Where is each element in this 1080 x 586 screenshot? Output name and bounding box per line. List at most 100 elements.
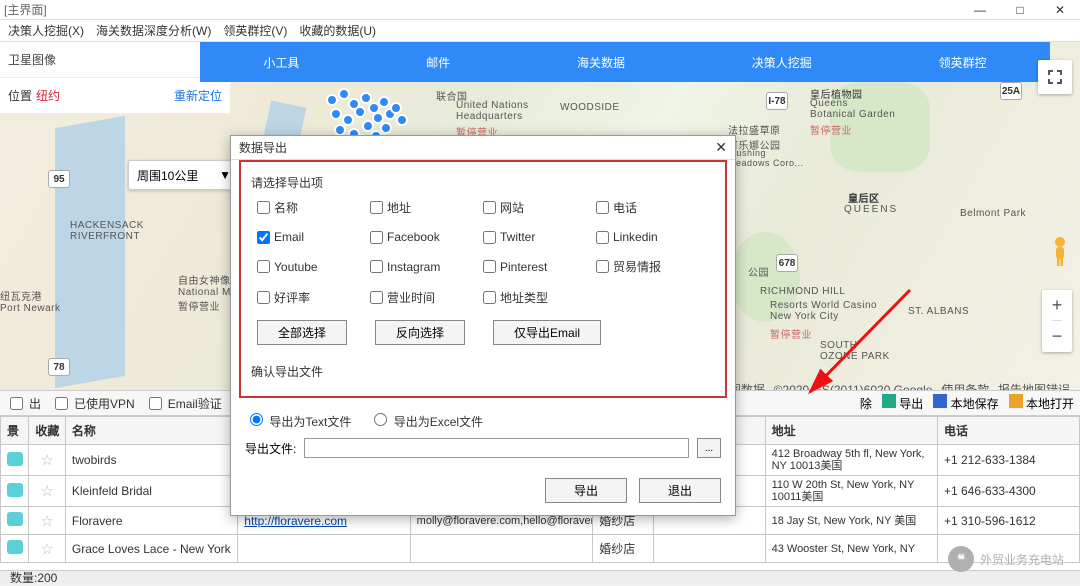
col-scene[interactable]: 景 <box>1 417 29 445</box>
format-text-radio[interactable]: 导出为Text文件 <box>245 410 351 430</box>
map-label-casino-status: 暂停营业 <box>770 326 812 341</box>
maximize-button[interactable]: □ <box>1000 0 1040 20</box>
window-controls: — □ ✕ <box>960 0 1080 20</box>
export-option-label: 网站 <box>500 199 524 216</box>
export-options-box: 请选择导出项 名称地址网站电话EmailFacebookTwitterLinke… <box>239 160 727 398</box>
export-option-grid: 名称地址网站 电话 EmailFacebookTwitterLinkedin Yout… <box>251 195 715 318</box>
map-label-southozone: SOUTH OZONE PARK <box>820 340 890 362</box>
satellite-toggle[interactable]: 卫星图像 <box>0 42 230 78</box>
close-button[interactable]: ✕ <box>1040 0 1080 20</box>
export-option-4[interactable]: Email <box>257 230 370 244</box>
delete-action[interactable]: 除 <box>860 395 872 412</box>
star-icon[interactable]: ☆ <box>40 483 53 500</box>
export-action[interactable]: 导出 <box>882 394 923 412</box>
cb-export[interactable]: 出 <box>6 394 41 413</box>
dialog-titlebar[interactable]: 数据导出 ✕ <box>231 136 735 160</box>
map-label-belmont: Belmont Park <box>960 208 1026 219</box>
chat-icon[interactable] <box>7 540 23 554</box>
exit-button[interactable]: 退出 <box>639 478 721 503</box>
cb-vpn[interactable]: 已使用VPN <box>51 394 135 413</box>
export-option-8[interactable]: Youtube <box>257 258 370 275</box>
table-row[interactable]: ☆Grace Loves Lace - New York婚纱店43 Wooste… <box>1 535 1080 563</box>
map-left-panel: 卫星图像 位置 纽约 重新定位 <box>0 42 230 114</box>
export-option-1[interactable]: 地址 <box>370 199 483 216</box>
export-option-12[interactable]: 好评率 <box>257 289 370 306</box>
fullscreen-button[interactable] <box>1038 60 1072 94</box>
menu-item-favorites[interactable]: 收藏的数据(U) <box>293 22 382 39</box>
menu-item-decision[interactable]: 决策人挖掘(X) <box>2 22 90 39</box>
format-excel-radio[interactable]: 导出为Excel文件 <box>369 410 483 430</box>
open-icon <box>1009 394 1023 408</box>
nav-tab-decision[interactable]: 决策人挖掘 <box>734 54 830 71</box>
map-label-hackensack: HACKENSACK RIVERFRONT <box>70 220 144 242</box>
wechat-icon: ❝ <box>948 546 974 572</box>
select-all-button[interactable]: 全部选择 <box>257 320 347 345</box>
map-label-richmond: RICHMOND HILL <box>760 286 845 297</box>
nav-tab-linkedin[interactable]: 领英群控 <box>921 54 1005 71</box>
export-file-input[interactable] <box>304 438 689 458</box>
nav-tab-customs[interactable]: 海关数据 <box>559 54 643 71</box>
export-option-2[interactable]: 网站 <box>483 199 596 216</box>
email-only-button[interactable]: 仅导出Email <box>493 320 601 345</box>
map-label-newark: 纽瓦克港 Port Newark <box>0 288 61 314</box>
status-bar: 数量:200 <box>0 570 1080 584</box>
export-option-11[interactable]: 贸易情报 <box>596 258 709 275</box>
location-label: 位置 <box>8 87 32 104</box>
export-option-label: 地址类型 <box>500 289 548 306</box>
minimize-button[interactable]: — <box>960 0 1000 20</box>
export-option-label: Pinterest <box>500 260 547 274</box>
zoom-out-button[interactable]: − <box>1052 321 1063 352</box>
save-local-action[interactable]: 本地保存 <box>933 394 998 412</box>
map-water <box>55 116 125 388</box>
map-label-casino: Resorts World Casino New York City <box>770 300 877 322</box>
map-label-queens-en: QUEENS <box>844 204 898 215</box>
export-option-13[interactable]: 营业时间 <box>370 289 483 306</box>
close-icon[interactable]: ✕ <box>715 139 727 156</box>
invert-select-button[interactable]: 反向选择 <box>375 320 465 345</box>
star-icon[interactable]: ☆ <box>40 513 53 530</box>
location-value: 纽约 <box>36 87 174 104</box>
chat-icon[interactable] <box>7 512 23 526</box>
star-icon[interactable]: ☆ <box>40 452 53 469</box>
export-option-9[interactable]: Instagram <box>370 258 483 275</box>
chat-icon[interactable] <box>7 452 23 466</box>
map-label-un: United Nations Headquarters <box>456 100 529 122</box>
radius-select[interactable]: 周围10公里 ▼ <box>128 160 240 190</box>
pegman[interactable] <box>1048 236 1072 268</box>
col-name[interactable]: 名称 <box>65 417 237 445</box>
chat-icon[interactable] <box>7 483 23 497</box>
col-phone[interactable]: 电话 <box>937 417 1079 445</box>
export-option-label: 贸易情报 <box>613 258 661 275</box>
cell-name: Kleinfeld Bridal <box>65 476 237 507</box>
export-button[interactable]: 导出 <box>545 478 627 503</box>
map-label-park: 公园 <box>748 264 769 279</box>
cell-phone: +1 212-633-1384 <box>937 445 1079 476</box>
cell-address: 18 Jay St, New York, NY 美国 <box>765 507 937 535</box>
col-fav[interactable]: 收藏 <box>29 417 66 445</box>
export-option-14[interactable]: 地址类型 <box>483 289 596 306</box>
menu-item-customs[interactable]: 海关数据深度分析(W) <box>90 22 217 39</box>
export-option-5[interactable]: Facebook <box>370 230 483 244</box>
nav-tab-mail[interactable]: 邮件 <box>408 54 468 71</box>
cb-email-verify[interactable]: Email验证 <box>145 394 222 413</box>
export-option-label: 好评率 <box>274 289 310 306</box>
nav-tab-tools[interactable]: 小工具 <box>245 54 317 71</box>
export-option-10[interactable]: Pinterest <box>483 258 596 275</box>
menu-item-linkedin[interactable]: 领英群控(V) <box>217 22 293 39</box>
dialog-title: 数据导出 <box>239 139 287 156</box>
export-option-6[interactable]: Twitter <box>483 230 596 244</box>
cell-website[interactable] <box>238 535 410 563</box>
export-dialog: 数据导出 ✕ 请选择导出项 名称地址网站电话EmailFacebookTwitt… <box>230 135 736 516</box>
export-option-3[interactable]: 电话 <box>596 199 709 216</box>
col-address[interactable]: 地址 <box>765 417 937 445</box>
route-shield: 95 <box>48 170 70 188</box>
export-button-row: 全部选择 反向选择 仅导出Email <box>251 318 715 347</box>
export-option-0[interactable]: 名称 <box>257 199 370 216</box>
star-icon[interactable]: ☆ <box>40 541 53 558</box>
zoom-in-button[interactable]: + <box>1052 290 1063 321</box>
cell-email <box>410 535 593 563</box>
browse-file-button[interactable]: ... <box>697 438 721 458</box>
relocate-link[interactable]: 重新定位 <box>174 87 222 104</box>
export-option-7[interactable]: Linkedin <box>596 230 709 244</box>
open-local-action[interactable]: 本地打开 <box>1009 394 1074 412</box>
